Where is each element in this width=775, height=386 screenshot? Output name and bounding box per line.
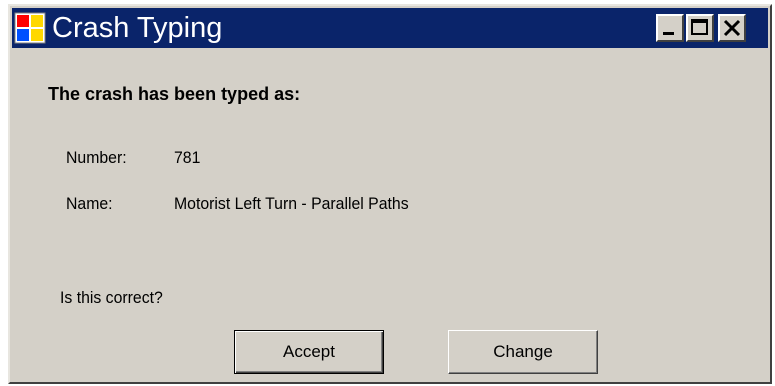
number-label: Number: xyxy=(66,148,127,167)
name-label: Name: xyxy=(66,194,113,213)
close-button[interactable] xyxy=(718,14,746,42)
maximize-button[interactable] xyxy=(686,14,714,42)
change-button[interactable]: Change xyxy=(448,330,598,374)
number-value: 781 xyxy=(174,148,201,167)
title-bar[interactable]: Crash Typing xyxy=(12,8,768,48)
app-grid-icon xyxy=(14,12,46,44)
minimize-button[interactable] xyxy=(656,14,684,42)
crash-typing-dialog: Crash Typing The crash has been typed as… xyxy=(8,4,772,384)
confirmation-question: Is this correct? xyxy=(60,288,163,307)
accept-button[interactable]: Accept xyxy=(234,330,384,374)
name-value: Motorist Left Turn - Parallel Paths xyxy=(174,194,409,213)
result-heading: The crash has been typed as: xyxy=(48,84,301,104)
window-title: Crash Typing xyxy=(52,12,223,44)
